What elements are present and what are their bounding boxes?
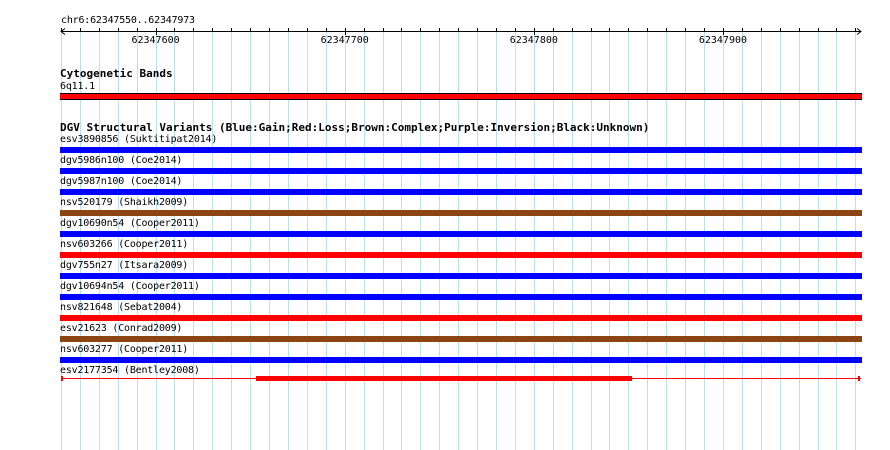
variant-label: nsv520179 (Shaikh2009) <box>60 197 189 208</box>
variant-label: dgv5986n100 (Coe2014) <box>60 155 183 166</box>
variant-core-bar[interactable] <box>255 376 633 381</box>
variant-bar[interactable] <box>60 336 862 342</box>
ruler-tick-label: 62347900 <box>698 35 748 46</box>
cytoband-label: 6q11.1 <box>60 81 95 92</box>
cytogenetic-bands-title: Cytogenetic Bands <box>60 67 173 80</box>
variant-label: dgv10694n54 (Cooper2011) <box>60 281 200 292</box>
variant-label: esv3890856 (Suktitipat2014) <box>60 134 218 145</box>
variant-label: dgv10690n54 (Cooper2011) <box>60 218 200 229</box>
genome-browser-track-view: chr6:62347550..62347973 62347600 62347700… <box>0 0 890 450</box>
cytoband-bar[interactable] <box>60 93 862 100</box>
variant-bar[interactable] <box>60 252 862 258</box>
variant-bar[interactable] <box>60 294 862 300</box>
region-label: chr6:62347550..62347973 <box>61 15 195 26</box>
ruler-tick-label: 62347600 <box>131 35 180 46</box>
variant-bar[interactable] <box>60 273 862 279</box>
variant-label: nsv821648 (Sebat2004) <box>60 302 183 313</box>
variant-label: dgv755n27 (Itsara2009) <box>60 260 189 271</box>
variant-bar[interactable] <box>60 210 862 216</box>
variant-bar[interactable] <box>60 231 862 237</box>
variant-label: dgv5987n100 (Coe2014) <box>60 176 183 187</box>
variant-end-cap <box>858 376 860 381</box>
variant-bar[interactable] <box>60 189 862 195</box>
variant-bar[interactable] <box>60 357 862 363</box>
dgv-track-title: DGV Structural Variants (Blue:Gain;Red:L… <box>60 121 650 134</box>
ruler-tick-label: 62347800 <box>509 35 558 46</box>
variant-label: esv2177354 (Bentley2008) <box>60 365 200 376</box>
variant-label: nsv603266 (Cooper2011) <box>60 239 189 250</box>
variant-bar[interactable] <box>60 168 862 174</box>
variant-bar[interactable] <box>60 315 862 321</box>
ruler-tick-label: 62347700 <box>320 35 369 46</box>
variant-bar[interactable] <box>60 147 862 153</box>
variant-label: nsv603277 (Cooper2011) <box>60 344 189 355</box>
variant-end-cap <box>61 376 63 381</box>
variant-label: esv21623 (Conrad2009) <box>60 323 183 334</box>
